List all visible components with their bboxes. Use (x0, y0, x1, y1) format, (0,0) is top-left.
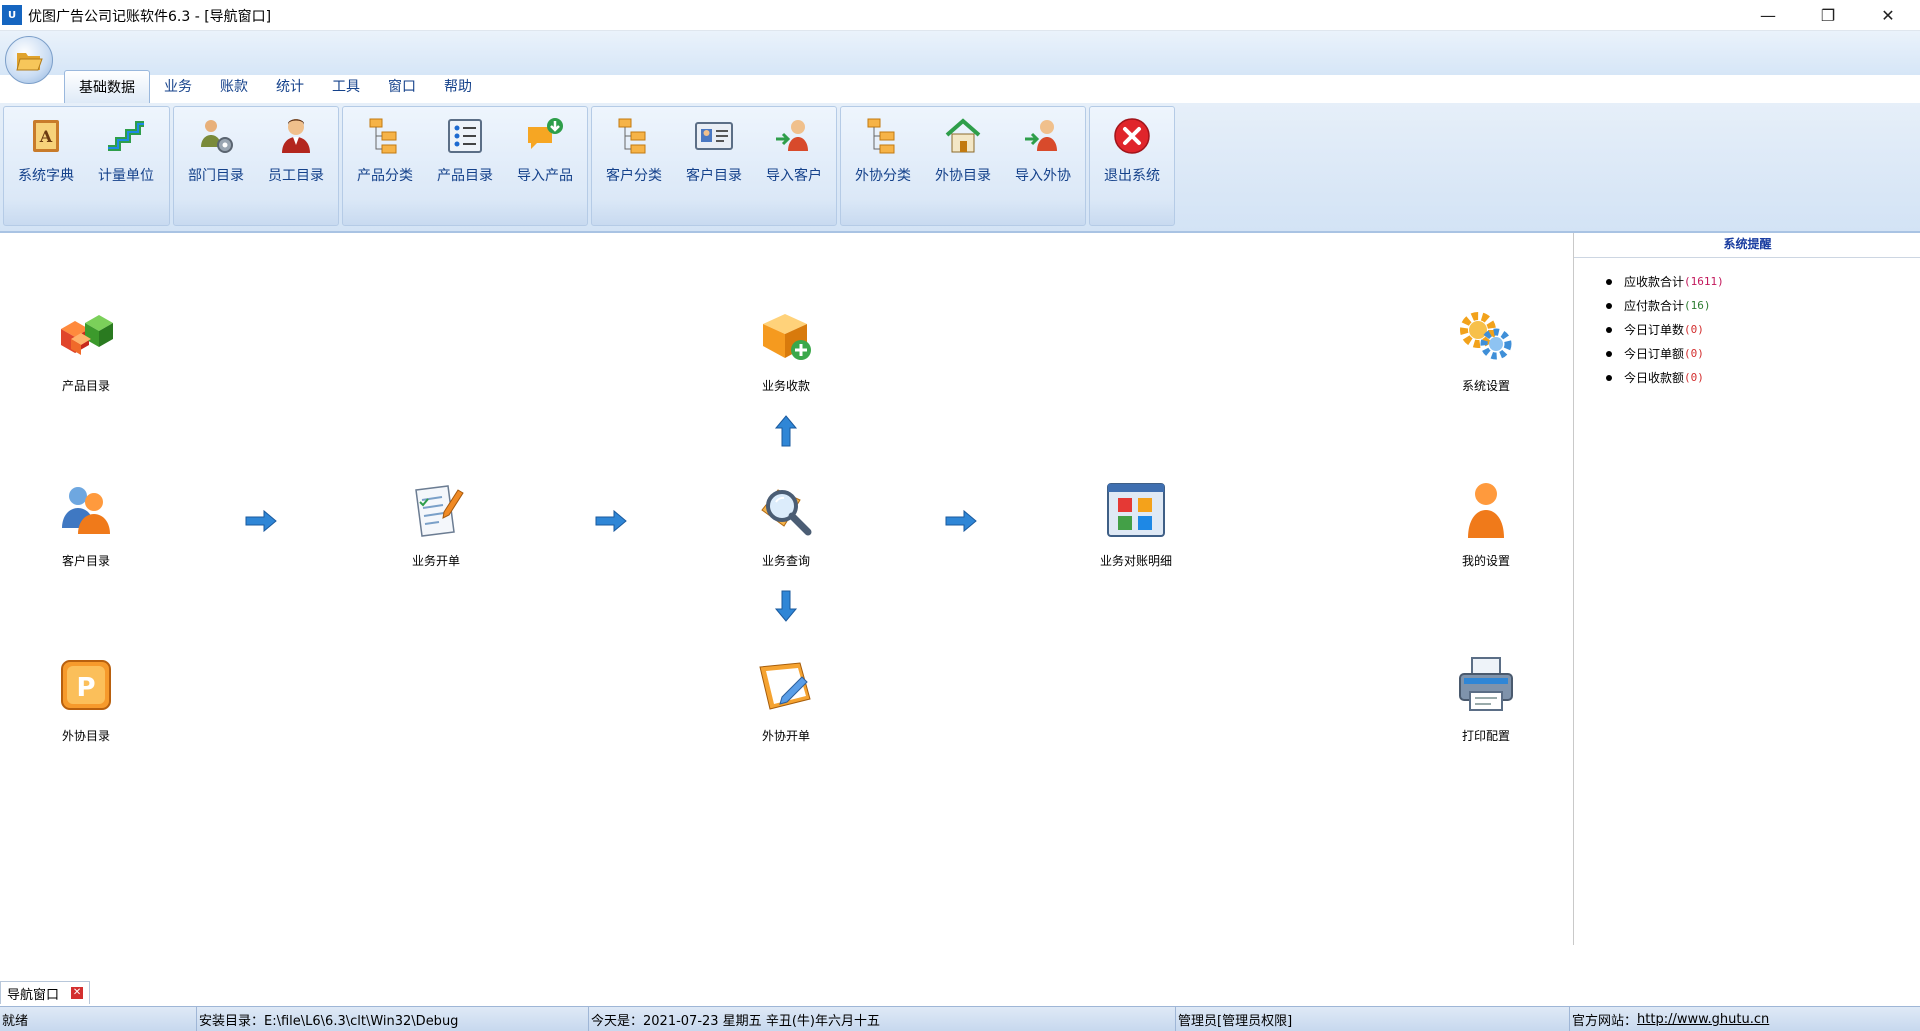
cust-cat-button[interactable]: 客户分类 (594, 107, 674, 199)
reminder-payable[interactable]: 应付款合计 (16) (1606, 297, 1711, 314)
nav-product-dir[interactable]: 产品目录 (26, 303, 146, 394)
out-cat-button[interactable]: 外协分类 (843, 107, 923, 199)
house-icon (945, 118, 981, 153)
tab-tools[interactable]: 工具 (318, 70, 374, 102)
status-date: 今天是：2021-07-23 星期五 辛丑(牛)年六月十五 (589, 1007, 1176, 1031)
exit-x-icon (1114, 118, 1150, 154)
ribbon-tabs: 基础数据 业务 账款 统计 工具 窗口 帮助 (64, 70, 486, 104)
close-button[interactable]: ✕ (1865, 0, 1911, 30)
arrow-right-icon (593, 503, 629, 539)
minimize-button[interactable]: — (1745, 0, 1791, 30)
user-person-icon (1468, 483, 1504, 538)
status-install-dir: 安装目录：E:\file\L6\6.3\clt\Win32\Debug (197, 1007, 589, 1031)
nav-print-config[interactable]: 打印配置 (1426, 653, 1546, 744)
nav-biz-query[interactable]: 业务查询 (726, 478, 846, 569)
tab-business[interactable]: 业务 (150, 70, 206, 102)
nav-biz-order[interactable]: 业务开单 (376, 478, 496, 569)
tab-accounts[interactable]: 账款 (206, 70, 262, 102)
arrow-right-icon (943, 503, 979, 539)
status-bar: 就绪 安装目录：E:\file\L6\6.3\clt\Win32\Debug 今… (0, 1006, 1920, 1031)
reminder-today-order-amount[interactable]: 今日订单额 (0) (1606, 345, 1704, 362)
sys-dict-button[interactable]: A 系统字典 (6, 107, 86, 199)
nav-outsource-dir[interactable]: P 外协目录 (26, 653, 146, 744)
prod-dir-button[interactable]: 产品目录 (425, 107, 505, 199)
window-title: 优图广告公司记账软件6.3 - [导航窗口] (28, 9, 272, 25)
app-menu-button[interactable] (5, 36, 53, 84)
reminder-title: 系统提醒 (1723, 237, 1772, 251)
navigation-canvas: 产品目录 业务收款 系统设置 客户目录 业务开单 业务查询 业务对账明细 我的设… (0, 233, 1573, 945)
nav-biz-statement[interactable]: 业务对账明细 (1076, 478, 1196, 569)
product-cubes-icon (61, 315, 113, 355)
tree-category-icon (369, 118, 397, 154)
nav-outsource-order[interactable]: 外协开单 (726, 653, 846, 744)
gears-icon (1460, 312, 1512, 360)
folder-open-icon (16, 53, 43, 71)
list-directory-icon (448, 119, 482, 153)
nav-customer-dir[interactable]: 客户目录 (26, 478, 146, 569)
customers-icon (62, 487, 110, 534)
stairs-icon (108, 121, 144, 151)
tab-statistics[interactable]: 统计 (262, 70, 318, 102)
nav-biz-receipt[interactable]: 业务收款 (726, 303, 846, 394)
ribbon-group-exit: 退出系统 (1089, 106, 1175, 226)
import-chat-icon (528, 118, 563, 149)
import-person-icon (776, 120, 808, 151)
import-out-button[interactable]: 导入外协 (1003, 107, 1083, 199)
department-people-icon (201, 120, 233, 153)
divider (1574, 257, 1920, 258)
printer-icon (1459, 657, 1513, 711)
arrow-right-icon (243, 503, 279, 539)
prod-cat-button[interactable]: 产品分类 (345, 107, 425, 199)
import-person-icon (1025, 120, 1057, 151)
website-link[interactable]: http://www.ghutu.cn (1637, 1012, 1769, 1027)
status-website: 官方网站： http://www.ghutu.cn (1572, 1011, 1770, 1029)
order-form-icon (415, 485, 464, 537)
arrow-down-icon (768, 588, 804, 624)
tree-category-icon (867, 118, 895, 154)
reminder-today-receipts[interactable]: 今日收款额 (0) (1606, 369, 1704, 386)
nav-sys-settings[interactable]: 系统设置 (1426, 303, 1546, 394)
tree-category-icon (618, 118, 646, 154)
import-cust-button[interactable]: 导入客户 (754, 107, 834, 199)
ribbon-group-products: 产品分类 产品目录 导入产品 (342, 106, 588, 226)
statement-grid-icon (1107, 483, 1165, 537)
svg-text:P: P (76, 673, 95, 703)
reminder-receivable[interactable]: 应收款合计 (1611) (1606, 273, 1724, 290)
ribbon-group-organization: 部门目录 员工目录 (173, 106, 339, 226)
status-user: 管理员[管理员权限] (1176, 1007, 1570, 1031)
reminder-panel: 系统提醒 应收款合计 (1611) 应付款合计 (16) 今日订单数 (0) 今日订单… (1573, 233, 1920, 945)
nav-my-settings[interactable]: 我的设置 (1426, 478, 1546, 569)
ribbon-group-dictionary: A 系统字典 计量单位 (3, 106, 170, 226)
doc-tab-navigation[interactable]: 导航窗口 ✕ (0, 981, 91, 1004)
dictionary-book-icon: A (33, 120, 59, 152)
box-add-icon (763, 314, 811, 360)
cust-dir-button[interactable]: 客户目录 (674, 107, 754, 199)
reminder-today-orders[interactable]: 今日订单数 (0) (1606, 321, 1704, 338)
staff-person-icon (282, 119, 310, 153)
outsource-p-icon: P (61, 660, 111, 710)
staff-button[interactable]: 员工目录 (256, 107, 336, 199)
dept-button[interactable]: 部门目录 (176, 107, 256, 199)
svg-text:A: A (39, 127, 53, 146)
tab-window[interactable]: 窗口 (374, 70, 430, 102)
exit-button[interactable]: 退出系统 (1092, 107, 1172, 199)
arrow-up-icon (768, 413, 804, 449)
outsource-form-icon (759, 662, 811, 710)
restore-button[interactable]: ❐ (1805, 0, 1851, 30)
import-prod-button[interactable]: 导入产品 (505, 107, 585, 199)
unit-button[interactable]: 计量单位 (86, 107, 166, 199)
id-card-icon (695, 122, 733, 150)
ribbon-group-outsourcing: 外协分类 外协目录 导入外协 (840, 106, 1086, 226)
close-tab-icon[interactable]: ✕ (71, 987, 84, 999)
tab-basic-data[interactable]: 基础数据 (64, 70, 150, 103)
status-state: 就绪 (0, 1007, 197, 1031)
search-magnifier-icon (761, 489, 812, 536)
ribbon-header (0, 31, 1920, 75)
title-bar: U 优图广告公司记账软件6.3 - [导航窗口] — ❐ ✕ (0, 0, 1920, 31)
tab-help[interactable]: 帮助 (430, 70, 486, 102)
app-logo-icon: U (2, 5, 22, 25)
ribbon-group-customers: 客户分类 客户目录 导入客户 (591, 106, 837, 226)
out-dir-button[interactable]: 外协目录 (923, 107, 1003, 199)
